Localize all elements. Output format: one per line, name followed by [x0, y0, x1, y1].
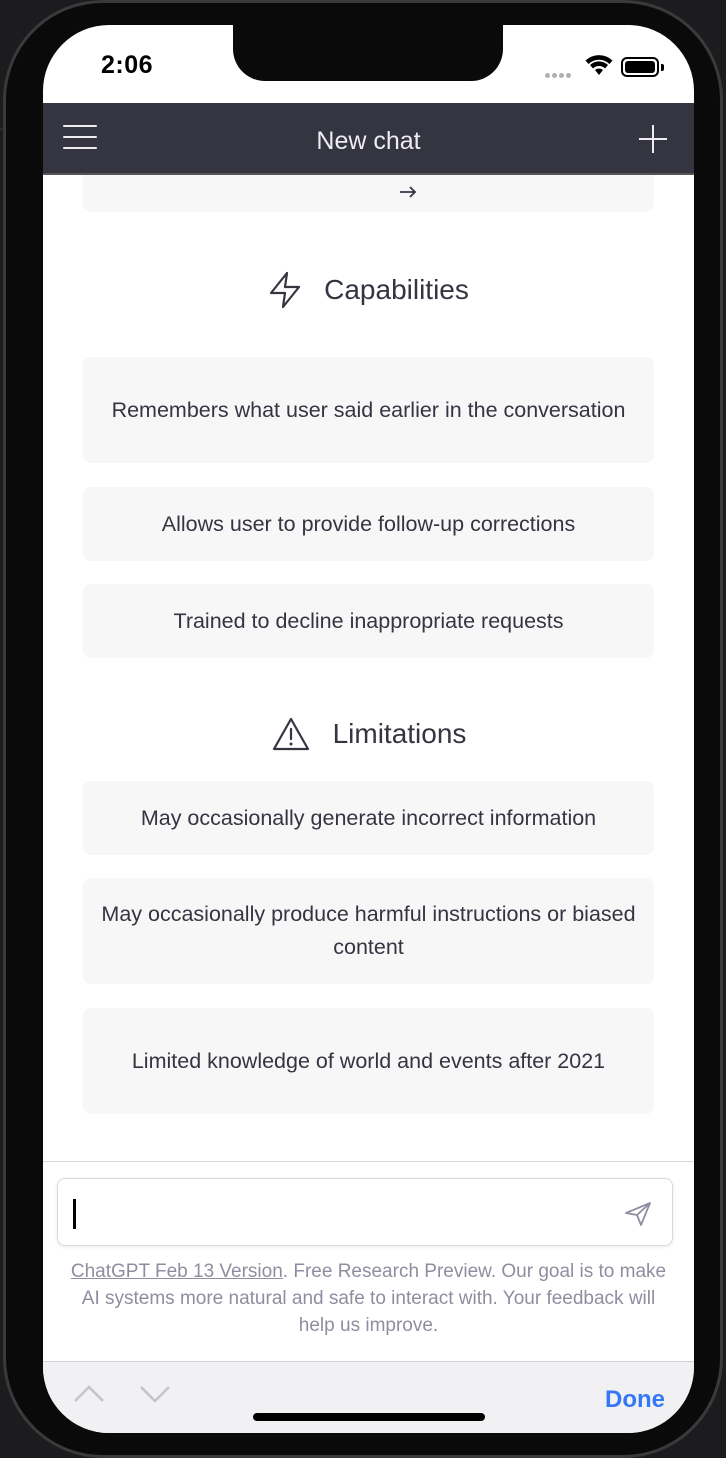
limitation-card: May occasionally produce harmful instruc…: [83, 878, 654, 984]
chat-content: Capabilities Remembers what user said ea…: [43, 175, 694, 1161]
keyboard-accessory-bar: Done: [43, 1361, 694, 1433]
status-time: 2:06: [101, 51, 154, 79]
example-card-partial[interactable]: [83, 175, 654, 212]
text-caret: [73, 1199, 76, 1229]
done-button[interactable]: Done: [605, 1386, 665, 1414]
limitation-card: May occasionally generate incorrect info…: [83, 781, 654, 855]
send-icon[interactable]: [624, 1201, 652, 1227]
arrow-right-icon: [400, 186, 417, 198]
wifi-icon: [585, 55, 613, 75]
capability-card: Trained to decline inappropriate request…: [83, 584, 654, 658]
new-chat-plus-icon[interactable]: [639, 125, 667, 153]
version-link[interactable]: ChatGPT Feb 13 Version: [71, 1261, 283, 1282]
lightning-icon: [270, 271, 301, 309]
footer-disclaimer: ChatGPT Feb 13 Version. Free Research Pr…: [63, 1258, 674, 1339]
capability-card: Remembers what user said earlier in the …: [83, 357, 654, 463]
screen: 2:06 New chat Capabilities Remembers wha…: [43, 25, 694, 1433]
limitations-heading: Limitations: [43, 714, 694, 754]
warning-icon: [272, 717, 309, 751]
capability-card: Allows user to provide follow-up correct…: [83, 487, 654, 561]
notch: [233, 25, 503, 81]
composer-area: ChatGPT Feb 13 Version. Free Research Pr…: [43, 1161, 694, 1361]
limitation-card: Limited knowledge of world and events af…: [83, 1008, 654, 1114]
chevron-up-icon[interactable]: [73, 1384, 105, 1404]
phone-frame: 2:06 New chat Capabilities Remembers wha…: [3, 0, 723, 1458]
signal-icon: [545, 65, 573, 83]
message-input[interactable]: [57, 1178, 673, 1246]
battery-icon: [621, 57, 659, 77]
limitations-heading-label: Limitations: [332, 718, 467, 749]
capabilities-heading-label: Capabilities: [324, 274, 469, 305]
navbar: New chat: [43, 103, 694, 175]
home-indicator: [253, 1413, 485, 1421]
page-title: New chat: [316, 127, 421, 155]
capabilities-heading: Capabilities: [43, 270, 694, 310]
status-icons: [545, 55, 675, 81]
chevron-down-icon[interactable]: [139, 1384, 171, 1404]
